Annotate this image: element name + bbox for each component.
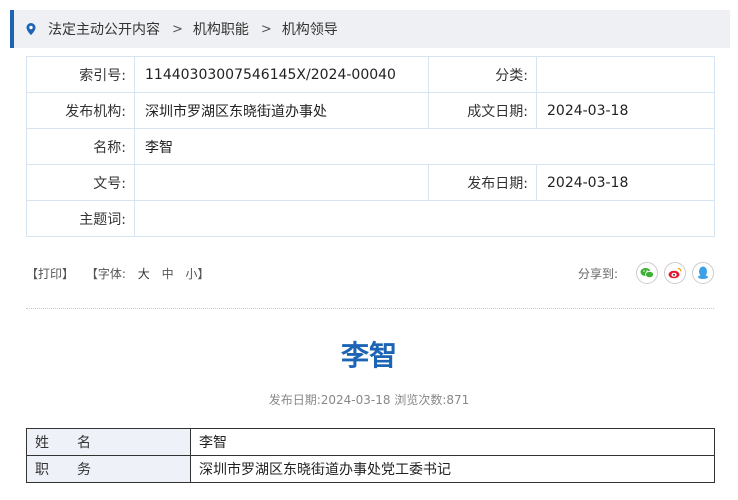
qq-icon[interactable]: [692, 262, 714, 284]
section-divider: [26, 308, 714, 309]
meta-row: 文号: 发布日期: 2024-03-18: [26, 164, 715, 201]
category-label: 分类:: [428, 56, 537, 93]
doc-number-value: [134, 164, 429, 201]
published-date-value: 2024-03-18: [536, 164, 715, 201]
profile-name-value: 李智: [190, 428, 715, 456]
breadcrumb-link-leaders[interactable]: 机构领导: [282, 19, 338, 39]
article-title: 李智: [340, 339, 397, 372]
font-medium-button[interactable]: 中: [162, 267, 174, 281]
table-row: 职 务 深圳市罗湖区东晓街道办事处党工委书记: [26, 455, 715, 483]
profile-name-label: 姓 名: [26, 428, 191, 456]
meta-row: 主题词:: [26, 200, 715, 237]
print-button[interactable]: 【打印】: [26, 267, 74, 281]
share-label: 分享到:: [577, 266, 618, 281]
font-small-button[interactable]: 小】: [185, 267, 209, 281]
breadcrumb-link-public-content[interactable]: 法定主动公开内容: [48, 19, 160, 39]
name-label: 名称:: [26, 128, 135, 165]
created-date-value: 2024-03-18: [536, 92, 715, 129]
keywords-label: 主题词:: [26, 200, 135, 237]
published-date-label: 发布日期:: [428, 164, 537, 201]
toolbar-actions: 【打印】 【字体: 大 中 小】: [26, 265, 211, 282]
font-large-button[interactable]: 大: [138, 267, 150, 281]
publisher-value: 深圳市罗湖区东晓街道办事处: [134, 92, 429, 129]
category-value: [536, 56, 715, 93]
meta-row: 名称: 李智: [26, 128, 715, 165]
font-size-label: 【字体:: [85, 266, 126, 281]
index-label: 索引号:: [26, 56, 135, 93]
doc-number-label: 文号:: [26, 164, 135, 201]
created-date-label: 成文日期:: [428, 92, 537, 129]
article-toolbar: 【打印】 【字体: 大 中 小】 分享到:: [26, 258, 714, 288]
breadcrumb: 法定主动公开内容 > 机构职能 > 机构领导: [10, 10, 730, 48]
article-publish-info: 发布日期:2024-03-18 浏览次数:871: [268, 393, 470, 407]
breadcrumb-link-functions[interactable]: 机构职能: [193, 19, 249, 39]
breadcrumb-separator: >: [260, 21, 272, 37]
profile-position-label: 职 务: [26, 455, 191, 483]
index-value: 11440303007546145X/2024-00040: [134, 56, 429, 93]
meta-row: 索引号: 11440303007546145X/2024-00040 分类:: [26, 56, 715, 93]
name-value: 李智: [134, 128, 715, 165]
table-row: 姓 名 李智: [26, 428, 715, 456]
document-meta-table: 索引号: 11440303007546145X/2024-00040 分类: 发…: [26, 56, 715, 237]
weibo-icon[interactable]: [664, 262, 686, 284]
keywords-value: [134, 200, 715, 237]
profile-position-value: 深圳市罗湖区东晓街道办事处党工委书记: [190, 455, 715, 483]
profile-table: 姓 名 李智 职 务 深圳市罗湖区东晓街道办事处党工委书记: [26, 428, 715, 483]
location-pin-icon: [24, 22, 38, 36]
meta-row: 发布机构: 深圳市罗湖区东晓街道办事处 成文日期: 2024-03-18: [26, 92, 715, 129]
wechat-icon[interactable]: [636, 262, 658, 284]
share-bar: 分享到:: [578, 262, 714, 284]
publisher-label: 发布机构:: [26, 92, 135, 129]
breadcrumb-separator: >: [172, 21, 183, 37]
